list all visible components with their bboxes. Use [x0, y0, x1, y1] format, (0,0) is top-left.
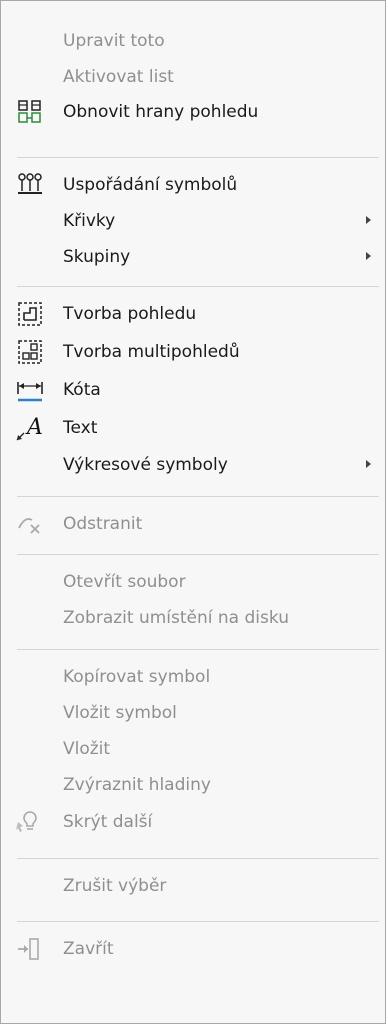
view-creation-icon	[15, 300, 45, 328]
context-menu: Upravit toto Aktivovat list Obnovit hran…	[0, 0, 386, 1024]
menu-item-cancel-selection[interactable]: Zrušit výběr	[1, 868, 385, 904]
close-icon	[15, 935, 45, 963]
menu-item-view-creation[interactable]: Tvorba pohledu	[1, 296, 385, 332]
menu-separator	[17, 496, 379, 497]
menu-item-label: Tvorba multipohledů	[63, 342, 240, 362]
submenu-arrow-icon	[366, 252, 371, 260]
menu-item-highlight-layers[interactable]: Zvýraznit hladiny	[1, 767, 385, 803]
submenu-arrow-icon	[366, 216, 371, 224]
menu-item-copy-symbol[interactable]: Kopírovat symbol	[1, 659, 385, 695]
menu-item-label: Zrušit výběr	[63, 876, 167, 896]
menu-separator	[17, 157, 379, 158]
dimension-icon	[15, 376, 45, 404]
menu-item-groups[interactable]: Skupiny	[1, 239, 385, 275]
menu-item-close[interactable]: Zavřít	[1, 931, 385, 967]
menu-item-paste[interactable]: Vložit	[1, 731, 385, 767]
menu-item-paste-symbol[interactable]: Vložit symbol	[1, 695, 385, 731]
menu-item-label: Upravit toto	[63, 31, 165, 51]
remove-icon	[15, 510, 45, 538]
menu-item-dimension[interactable]: Kóta	[1, 372, 385, 408]
menu-item-label: Otevřít soubor	[63, 572, 186, 592]
menu-item-label: Vložit	[63, 739, 111, 759]
menu-item-label: Výkresové symboly	[63, 455, 228, 475]
menu-separator	[17, 858, 379, 859]
menu-item-multiview-creation[interactable]: Tvorba multipohledů	[1, 334, 385, 370]
multiview-creation-icon	[15, 338, 45, 366]
menu-item-text[interactable]: A Text	[1, 410, 385, 446]
menu-item-label: Skupiny	[63, 247, 131, 267]
menu-separator	[17, 921, 379, 922]
menu-item-show-location[interactable]: Zobrazit umístění na disku	[1, 600, 385, 636]
menu-item-label: Křivky	[63, 211, 116, 231]
menu-item-remove[interactable]: Odstranit	[1, 506, 385, 542]
menu-item-hide-other[interactable]: Skrýt další	[1, 804, 385, 840]
symbol-arrangement-icon	[15, 171, 45, 199]
menu-item-label: Zavřít	[63, 939, 114, 959]
menu-item-label: Tvorba pohledu	[63, 304, 197, 324]
svg-text:A: A	[25, 415, 43, 440]
menu-separator	[17, 649, 379, 650]
hide-other-icon	[15, 808, 45, 836]
menu-item-label: Zobrazit umístění na disku	[63, 608, 289, 628]
menu-item-edit-this[interactable]: Upravit toto	[1, 23, 385, 59]
menu-item-label: Zvýraznit hladiny	[63, 775, 211, 795]
text-icon: A	[15, 414, 45, 442]
menu-item-symbol-arrangement[interactable]: Uspořádání symbolů	[1, 167, 385, 203]
menu-separator	[17, 286, 379, 287]
menu-item-restore-view-edges[interactable]: Obnovit hrany pohledu	[1, 94, 385, 130]
menu-separator	[17, 554, 379, 555]
menu-item-label: Uspořádání symbolů	[63, 175, 238, 195]
restore-view-edges-icon	[15, 98, 45, 126]
menu-item-label: Kopírovat symbol	[63, 667, 211, 687]
menu-item-open-file[interactable]: Otevřít soubor	[1, 564, 385, 600]
menu-item-label: Aktivovat list	[63, 67, 174, 87]
menu-item-label: Odstranit	[63, 514, 143, 534]
menu-item-label: Kóta	[63, 380, 101, 400]
menu-item-label: Obnovit hrany pohledu	[63, 102, 259, 122]
menu-item-label: Text	[63, 418, 98, 438]
menu-item-label: Vložit symbol	[63, 703, 177, 723]
menu-item-curves[interactable]: Křivky	[1, 203, 385, 239]
menu-item-drawing-symbols[interactable]: Výkresové symboly	[1, 447, 385, 483]
submenu-arrow-icon	[366, 460, 371, 468]
menu-item-activate-sheet[interactable]: Aktivovat list	[1, 59, 385, 95]
menu-item-label: Skrýt další	[63, 812, 153, 832]
